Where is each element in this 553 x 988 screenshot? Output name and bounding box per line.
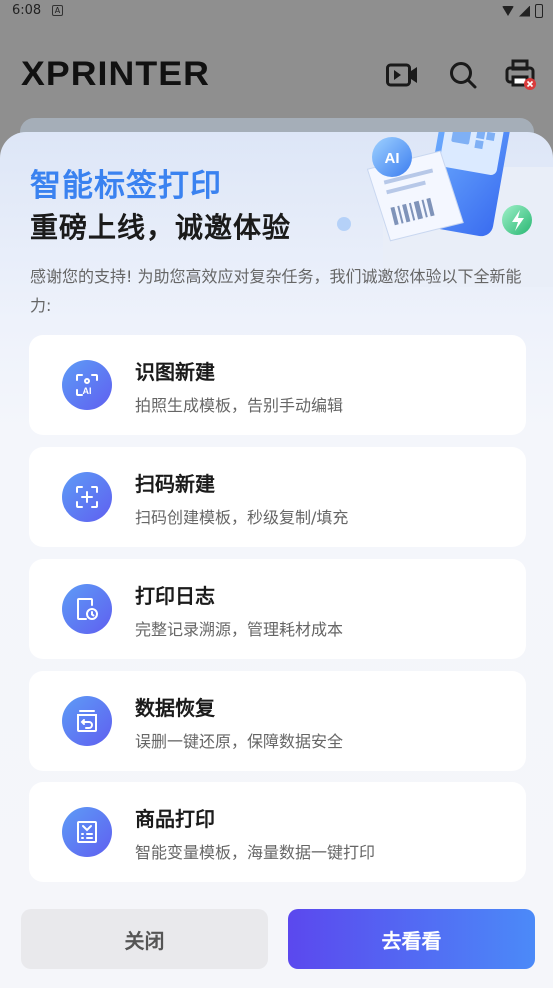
notification-icon: A bbox=[52, 5, 63, 16]
print-log-icon bbox=[62, 584, 112, 634]
ai-scan-icon: AI bbox=[62, 360, 112, 410]
feature-subtitle: 误删一键还原，保障数据安全 bbox=[135, 732, 344, 751]
printer-illustration-icon: AI bbox=[337, 132, 532, 242]
signal-icon bbox=[519, 5, 530, 17]
modal-title: 智能标签打印 bbox=[30, 168, 222, 204]
restore-icon bbox=[62, 696, 112, 746]
brand-logo: XPRINTER bbox=[21, 55, 210, 93]
scan-plus-icon bbox=[62, 472, 112, 522]
feature-card-scan-create[interactable]: 扫码新建 扫码创建模板，秒级复制/填充 bbox=[29, 447, 526, 547]
feature-announcement-sheet: AI 智能标签打印 重磅上线，诚邀体验 感谢您的支持! 为助您高效应对复杂任务，… bbox=[0, 132, 553, 988]
wifi-icon bbox=[502, 6, 514, 16]
product-print-icon bbox=[62, 807, 112, 857]
feature-subtitle: 扫码创建模板，秒级复制/填充 bbox=[135, 508, 349, 527]
feature-subtitle: 拍照生成模板，告别手动编辑 bbox=[135, 396, 344, 415]
app-header: XPRINTER bbox=[0, 50, 553, 100]
battery-icon bbox=[535, 4, 543, 18]
close-button[interactable]: 关闭 bbox=[21, 909, 268, 969]
feature-title: 商品打印 bbox=[135, 807, 215, 831]
printer-icon[interactable] bbox=[504, 58, 538, 92]
status-time: 6:08 bbox=[12, 3, 42, 18]
feature-card-product-print[interactable]: 商品打印 智能变量模板，海量数据一键打印 bbox=[29, 782, 526, 882]
feature-card-data-restore[interactable]: 数据恢复 误删一键还原，保障数据安全 bbox=[29, 671, 526, 771]
feature-card-print-log[interactable]: 打印日志 完整记录溯源，管理耗材成本 bbox=[29, 559, 526, 659]
feature-card-image-create[interactable]: AI 识图新建 拍照生成模板，告别手动编辑 bbox=[29, 335, 526, 435]
video-icon[interactable] bbox=[385, 58, 419, 92]
search-icon[interactable] bbox=[446, 58, 480, 92]
feature-title: 数据恢复 bbox=[135, 696, 215, 720]
feature-subtitle: 完整记录溯源，管理耗材成本 bbox=[135, 620, 344, 639]
go-see-button[interactable]: 去看看 bbox=[288, 909, 535, 969]
feature-title: 打印日志 bbox=[135, 584, 215, 608]
svg-text:AI: AI bbox=[83, 386, 92, 396]
status-icons bbox=[502, 4, 543, 18]
status-bar: 6:08 A bbox=[0, 0, 553, 22]
feature-subtitle: 智能变量模板，海量数据一键打印 bbox=[135, 843, 376, 862]
ai-badge: AI bbox=[385, 150, 400, 167]
modal-description: 感谢您的支持! 为助您高效应对复杂任务，我们诚邀您体验以下全新能力: bbox=[30, 267, 522, 315]
feature-title: 识图新建 bbox=[135, 360, 215, 384]
feature-title: 扫码新建 bbox=[135, 472, 215, 496]
modal-subtitle: 重磅上线，诚邀体验 bbox=[30, 211, 292, 244]
